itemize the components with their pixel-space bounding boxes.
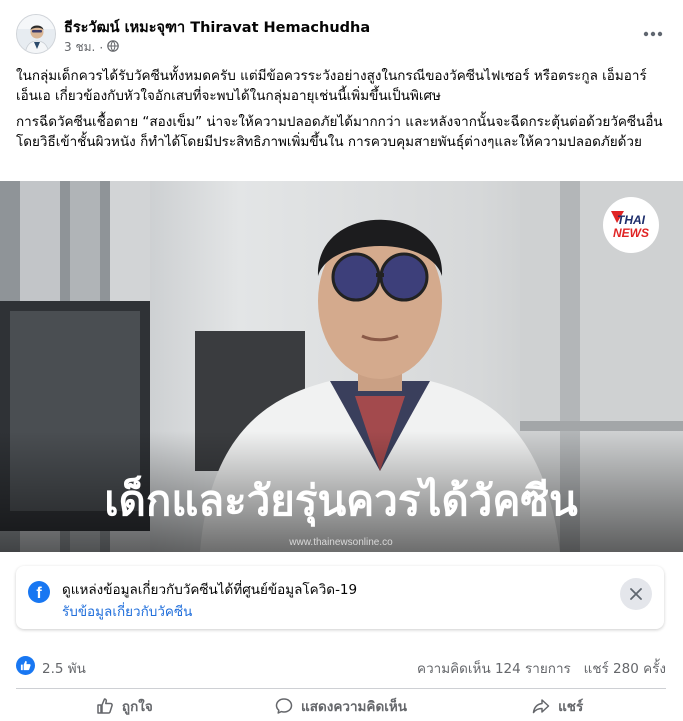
action-bar: ถูกใจ แสดงความคิดเห็น แชร์ (16, 690, 666, 721)
avatar-image (17, 15, 55, 53)
more-options-button[interactable] (639, 20, 667, 48)
image-watermark: www.thainewsonline.co (288, 537, 393, 548)
post-body: ในกลุ่มเด็กควรได้รับวัคซีนทั้งหมดครับ แต… (16, 66, 666, 158)
like-label: ถูกใจ (121, 698, 153, 715)
avatar[interactable] (16, 14, 56, 54)
comment-button[interactable]: แสดงความคิดเห็น (233, 690, 450, 721)
thumbs-up-icon (97, 697, 113, 714)
share-button[interactable]: แชร์ (449, 690, 666, 721)
share-count[interactable]: แชร์ 280 ครั้ง (584, 661, 666, 677)
close-icon (630, 588, 642, 600)
more-horizontal-icon (643, 31, 663, 37)
post-paragraph-1: ในกลุ่มเด็กควรได้รับวัคซีนทั้งหมดครับ แต… (16, 68, 647, 104)
author-name[interactable]: ธีระวัฒน์ เหมะจุฑา Thiravat Hemachudha (64, 16, 370, 39)
comment-icon (275, 697, 293, 714)
post-image[interactable]: THAI NEWS เด็กและวัยรุ่นควรได้วัคซีน www… (0, 181, 683, 552)
covid-info-box: f ดูแหล่งข้อมูลเกี่ยวกับวัคซีนได้ที่ศูนย… (16, 566, 664, 629)
vaccine-info-link[interactable]: รับข้อมูลเกี่ยวกับวัคซีน (62, 600, 192, 622)
logo-text-news: NEWS (613, 226, 649, 240)
like-reaction-icon[interactable] (16, 656, 35, 675)
image-headline: เด็กและวัยรุ่นควรได้วัคซีน (104, 475, 578, 527)
like-button[interactable]: ถูกใจ (16, 690, 233, 721)
post-photo: THAI NEWS เด็กและวัยรุ่นควรได้วัคซีน www… (0, 181, 683, 552)
info-box-title: ดูแหล่งข้อมูลเกี่ยวกับวัคซีนได้ที่ศูนย์ข… (62, 582, 358, 598)
post-card: ธีระวัฒน์ เหมะจุฑา Thiravat Hemachudha 3… (0, 0, 683, 721)
post-header: ธีระวัฒน์ เหมะจุฑา Thiravat Hemachudha 3… (16, 14, 667, 58)
comment-count[interactable]: ความคิดเห็น 124 รายการ (417, 661, 571, 677)
logo-text-thai: THAI (617, 213, 646, 227)
post-time[interactable]: 3 ชม. (64, 38, 95, 57)
share-icon (532, 698, 550, 713)
divider (16, 688, 666, 689)
meta-separator: · (99, 40, 104, 55)
post-meta: 3 ชม. · (64, 38, 119, 57)
share-label: แชร์ (558, 698, 584, 715)
post-paragraph-2: การฉีดวัคซีนเชื้อตาย “สองเข็ม” น่าจะให้ค… (16, 114, 663, 150)
reaction-count[interactable]: 2.5 พัน (42, 657, 86, 679)
post-stats: 2.5 พัน ความคิดเห็น 124 รายการ แชร์ 280 … (16, 655, 666, 677)
globe-icon (107, 40, 119, 55)
comment-label: แสดงความคิดเห็น (301, 698, 407, 715)
close-info-button[interactable] (620, 578, 652, 610)
facebook-icon: f (28, 581, 50, 603)
stats-right: ความคิดเห็น 124 รายการ แชร์ 280 ครั้ง (417, 657, 666, 679)
